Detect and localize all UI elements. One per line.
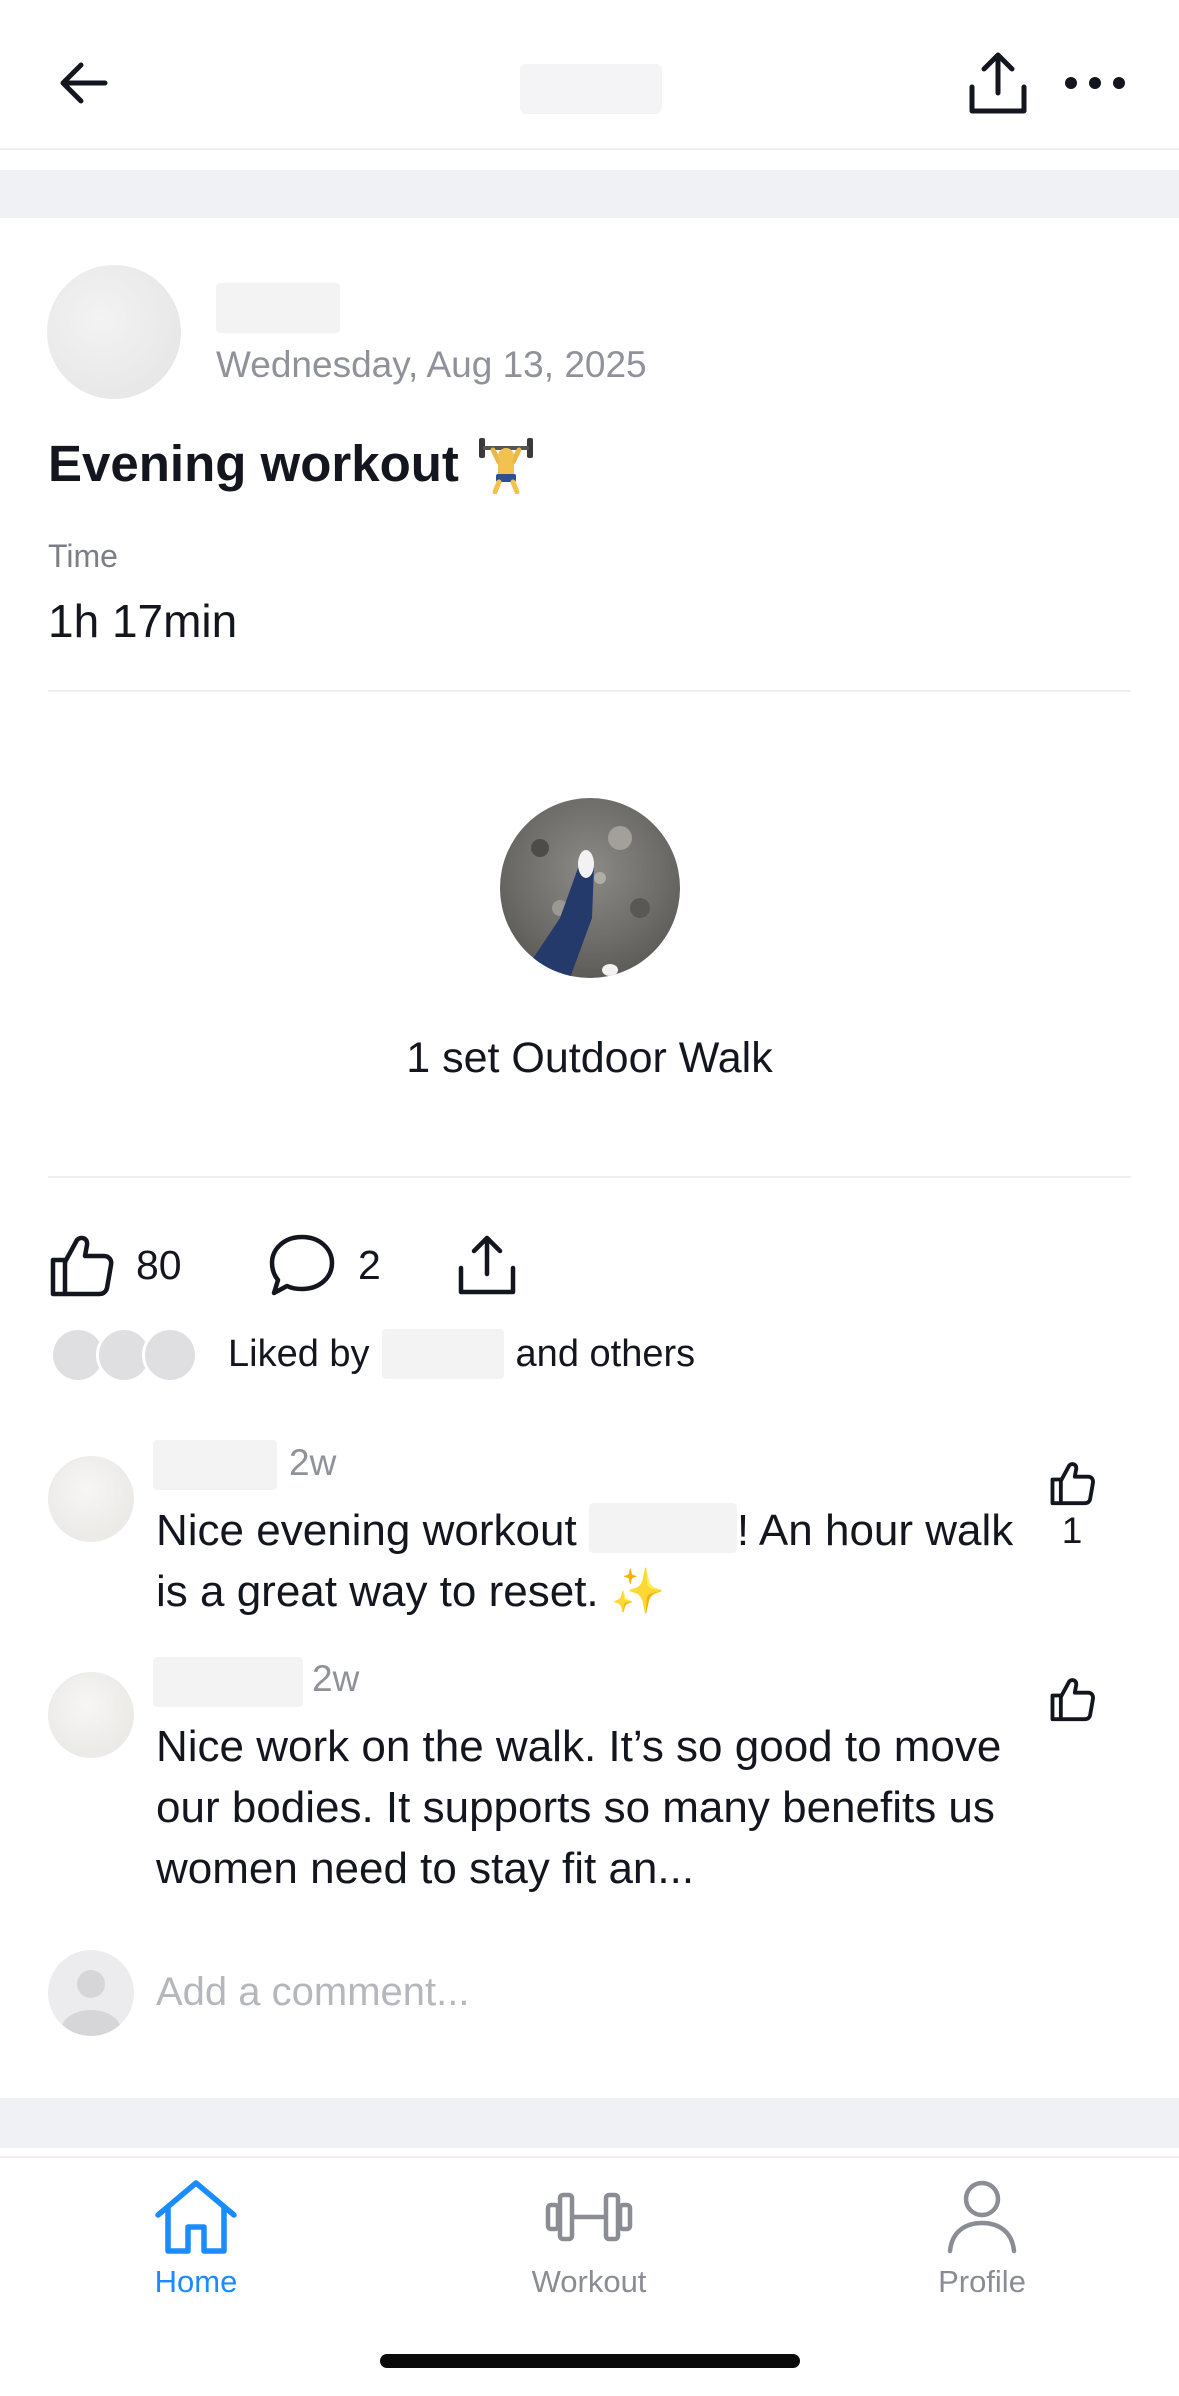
page-title-redacted bbox=[520, 64, 662, 114]
liker-name-redacted bbox=[381, 1329, 504, 1379]
comment-like-button[interactable] bbox=[1044, 1671, 1100, 1727]
home-indicator bbox=[380, 2354, 800, 2368]
avatar bbox=[142, 1327, 198, 1383]
liked-by-avatars[interactable] bbox=[50, 1327, 206, 1383]
workout-title: Evening workout bbox=[48, 432, 537, 494]
section-separator bbox=[0, 170, 1179, 218]
add-comment-input[interactable]: Add a comment... bbox=[156, 1970, 469, 2015]
top-bar bbox=[0, 0, 1179, 150]
tab-workout-label: Workout bbox=[531, 2264, 647, 2299]
divider bbox=[48, 690, 1131, 692]
speech-bubble-icon bbox=[269, 1234, 335, 1296]
tab-workout[interactable]: Workout bbox=[489, 2172, 689, 2300]
arrow-left-icon bbox=[60, 62, 108, 104]
person-icon bbox=[947, 2180, 1017, 2254]
home-icon bbox=[155, 2180, 237, 2254]
commenter-avatar[interactable] bbox=[48, 1672, 134, 1758]
ellipsis-horizontal-icon bbox=[1065, 77, 1125, 89]
weightlifter-emoji-icon bbox=[478, 438, 533, 494]
tab-profile[interactable]: Profile bbox=[882, 2172, 1082, 2300]
time-label: Time bbox=[48, 538, 118, 574]
comment-like-count: 1 bbox=[1061, 1510, 1083, 1551]
share-button[interactable] bbox=[955, 40, 1041, 126]
tab-home[interactable]: Home bbox=[96, 2172, 296, 2300]
like-button[interactable]: 80 bbox=[48, 1222, 182, 1308]
time-value: 1h 17min bbox=[48, 595, 238, 647]
commenter-name-redacted[interactable] bbox=[153, 1657, 303, 1707]
comment-text-part: Nice evening workout bbox=[156, 1506, 577, 1555]
workout-title-text: Evening workout bbox=[48, 434, 459, 492]
likes-count[interactable]: 80 bbox=[136, 1242, 182, 1289]
tab-profile-label: Profile bbox=[938, 2264, 1026, 2299]
share-upload-icon bbox=[458, 1235, 516, 1295]
liked-by-prefix: Liked by bbox=[228, 1332, 370, 1375]
share-post-button[interactable] bbox=[456, 1222, 518, 1308]
comment-time: 2w bbox=[289, 1442, 337, 1483]
user-placeholder-icon bbox=[61, 1970, 121, 2036]
tab-home-label: Home bbox=[154, 2264, 238, 2299]
comment-button[interactable]: 2 bbox=[268, 1222, 381, 1308]
comments-count[interactable]: 2 bbox=[358, 1242, 381, 1289]
commenter-avatar[interactable] bbox=[48, 1456, 134, 1542]
comment-like-button[interactable] bbox=[1044, 1455, 1100, 1511]
share-upload-icon bbox=[969, 52, 1027, 114]
author-avatar[interactable] bbox=[47, 265, 181, 399]
thumbs-up-icon bbox=[50, 1235, 114, 1297]
commenter-name-redacted[interactable] bbox=[153, 1440, 277, 1490]
back-button[interactable] bbox=[40, 40, 126, 126]
post-date: Wednesday, Aug 13, 2025 bbox=[216, 344, 647, 385]
comment-time: 2w bbox=[312, 1658, 360, 1699]
comment-text: Nice evening workout ! An hour walk is a… bbox=[156, 1500, 1016, 1622]
mention-redacted bbox=[588, 1503, 737, 1553]
dumbbell-icon bbox=[545, 2192, 633, 2242]
walking-photo-image bbox=[500, 798, 680, 978]
divider bbox=[48, 1176, 1131, 1178]
thumbs-up-icon bbox=[1050, 1678, 1095, 1722]
exercise-name[interactable]: 1 set Outdoor Walk bbox=[0, 1034, 1179, 1083]
section-separator bbox=[0, 2098, 1179, 2148]
more-options-button[interactable] bbox=[1052, 40, 1138, 126]
author-name-redacted[interactable] bbox=[216, 283, 340, 333]
comment-text: Nice work on the walk. It’s so good to m… bbox=[156, 1722, 1002, 1893]
current-user-avatar bbox=[48, 1950, 134, 2036]
liked-by-summary[interactable]: Liked by and others bbox=[228, 1329, 695, 1379]
thumbs-up-icon bbox=[1050, 1462, 1095, 1506]
liked-by-suffix: and others bbox=[515, 1332, 696, 1375]
exercise-photo[interactable] bbox=[500, 798, 680, 978]
